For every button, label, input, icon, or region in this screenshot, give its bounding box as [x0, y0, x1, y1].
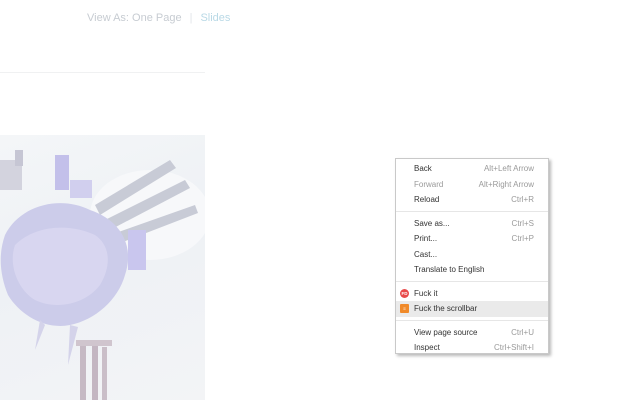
- context-menu: Back Alt+Left Arrow Forward Alt+Right Ar…: [395, 158, 549, 354]
- view-as-one-page-link[interactable]: View As: One Page: [87, 12, 182, 24]
- menu-item-view-page-source[interactable]: View page source Ctrl+U: [396, 325, 548, 341]
- menu-item-label: Reload: [414, 195, 440, 205]
- menu-separator: [396, 281, 548, 282]
- menu-item-inspect[interactable]: Inspect Ctrl+Shift+I: [396, 340, 548, 356]
- menu-item-label: Translate to English: [414, 265, 485, 275]
- view-as-slides-link[interactable]: Slides: [200, 12, 230, 24]
- menu-item-cast[interactable]: Cast...: [396, 247, 548, 263]
- menu-item-shortcut: Ctrl+R: [511, 195, 534, 205]
- menu-item-shortcut: Ctrl+P: [511, 234, 534, 244]
- menu-item-fuck-the-scrollbar[interactable]: ≡ Fuck the scrollbar: [396, 301, 548, 317]
- menu-item-shortcut: Ctrl+S: [511, 218, 534, 228]
- menu-item-shortcut: Alt+Right Arrow: [478, 179, 534, 189]
- menu-item-label: Forward: [414, 179, 444, 189]
- floating-island-artwork: [0, 150, 205, 400]
- menu-item-shortcut: Ctrl+U: [511, 327, 534, 337]
- menu-item-back[interactable]: Back Alt+Left Arrow: [396, 161, 548, 177]
- menu-separator: [396, 211, 548, 212]
- menu-item-label: Print...: [414, 234, 438, 244]
- menu-item-label: Cast...: [414, 249, 438, 259]
- red-circle-extension-icon: FD: [400, 288, 409, 298]
- menu-item-label: Fuck it: [414, 288, 438, 298]
- divider: [0, 72, 205, 73]
- faded-floating-island-image: [0, 135, 205, 400]
- page: View As: One Page | Slides Back Alt+Left…: [0, 0, 640, 400]
- menu-item-forward[interactable]: Forward Alt+Right Arrow: [396, 177, 548, 193]
- menu-item-label: Back: [414, 164, 432, 174]
- orange-square-extension-icon: ≡: [400, 304, 409, 313]
- menu-item-label: View page source: [414, 327, 478, 337]
- menu-item-reload[interactable]: Reload Ctrl+R: [396, 192, 548, 208]
- menu-item-print[interactable]: Print... Ctrl+P: [396, 231, 548, 247]
- menu-item-label: Fuck the scrollbar: [414, 304, 478, 314]
- view-as-separator: |: [189, 12, 193, 24]
- menu-separator: [396, 320, 548, 321]
- menu-item-shortcut: Ctrl+Shift+I: [493, 343, 534, 353]
- menu-item-translate[interactable]: Translate to English: [396, 262, 548, 278]
- menu-item-save-as[interactable]: Save as... Ctrl+S: [396, 216, 548, 232]
- view-as-bar: View As: One Page | Slides: [87, 12, 230, 24]
- menu-item-shortcut: Alt+Left Arrow: [483, 164, 534, 174]
- menu-item-label: Save as...: [414, 218, 450, 228]
- menu-item-fuck-it[interactable]: FD Fuck it: [396, 286, 548, 302]
- menu-item-label: Inspect: [414, 343, 440, 353]
